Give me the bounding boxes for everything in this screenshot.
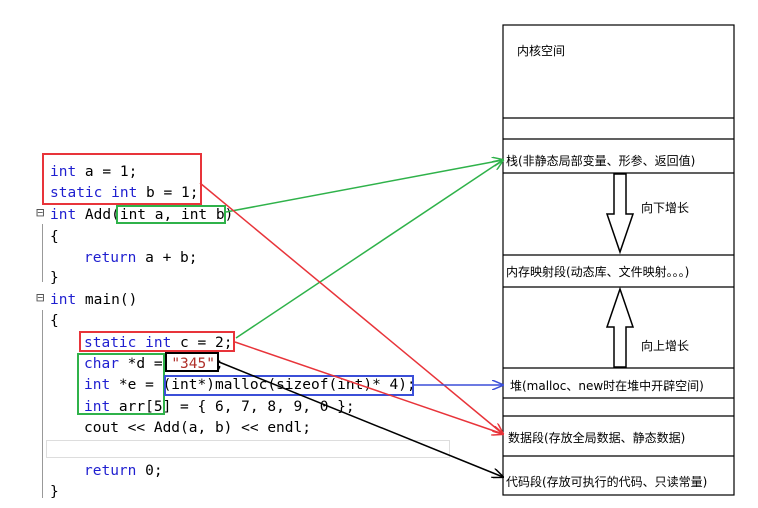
grow-up-arrow-icon [605,286,635,368]
locals-to-stack-arrow [235,160,503,339]
data-segment-label: 数据段(存放全局数据、静态数据) [508,431,686,445]
code-segment-label: 代码段(存放可执行的代码、只读常量) [506,475,708,489]
static-c-to-data-arrow [234,341,503,434]
kernel-space-label: 内核空间 [517,44,566,58]
heap-segment-label: 堆(malloc、new时在堆中开辟空间) [510,379,704,393]
mmap-segment-label: 内存映射段(动态库、文件映射。。。) [506,265,690,279]
grow-up-label: 向上增长 [641,339,690,353]
memory-layout-diagram: ⊟ ⊟ int a = 1; static int b = 1; int Add… [0,0,758,508]
grow-down-label: 向下增长 [641,201,690,215]
grow-down-arrow-icon [605,173,635,255]
globals-to-data-arrow [199,182,503,434]
stack-segment-label: 栈(非静态局部变量、形参、返回值) [506,154,696,168]
params-to-stack-arrow [225,160,503,213]
memory-column-outline [502,24,735,496]
